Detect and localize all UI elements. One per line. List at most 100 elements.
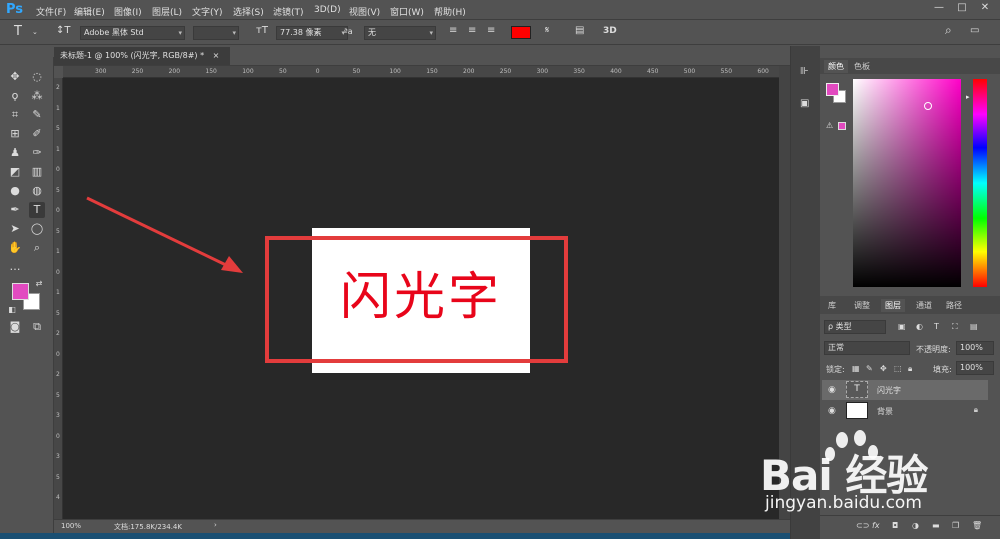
align-right-icon[interactable]: ≡ [487,25,495,36]
trash-icon[interactable]: 🗑︎ [972,521,982,530]
blur-tool-icon[interactable]: ● [7,183,23,199]
workspace-icon[interactable]: ▭ [970,25,979,36]
tab-color[interactable]: 颜色 [824,60,848,73]
foreground-color-front[interactable] [12,283,29,300]
filter-type-icon[interactable]: T [934,322,939,331]
history-panel-icon[interactable]: ⊪ [800,66,809,77]
quick-mask-icon[interactable]: ◙ [7,319,23,335]
menu-edit[interactable]: 编辑(E) [74,5,105,18]
hand-tool-icon[interactable]: ✋ [7,240,23,256]
pen-tool-icon[interactable]: ✒ [7,202,23,218]
3d-button[interactable]: 3D [603,26,617,36]
ellipse-tool-icon[interactable]: ◯ [29,221,45,237]
fx-icon[interactable]: fx [872,521,880,530]
brush-tool-icon[interactable]: ✐ [29,126,45,142]
visibility-eye-icon[interactable]: ◉ [828,406,836,416]
tab-adjustments[interactable]: 调整 [850,299,874,312]
more-tools-icon[interactable]: … [7,259,23,275]
visibility-eye-icon[interactable]: ◉ [828,385,836,395]
menu-file[interactable]: 文件(F) [36,5,66,18]
zoom-tool-icon[interactable]: ⌕ [29,240,45,256]
menu-filter[interactable]: 滤镜(T) [273,5,304,18]
font-style-select[interactable]: ▾ [193,26,239,40]
default-colors-icon[interactable]: ◧ [4,302,20,318]
eraser-icon[interactable]: ◩ [7,164,23,180]
layer-row-background[interactable]: ◉ 背景 🔒︎ [822,401,988,421]
hue-slider[interactable] [973,79,987,287]
folder-icon[interactable]: ▬ [932,521,940,530]
filter-shape-icon[interactable]: ⛶ [952,322,958,332]
clone-stamp-icon[interactable]: ♟ [7,145,23,161]
adjustment-icon[interactable]: ◑ [912,521,919,530]
layer-row-text[interactable]: ◉ T 闪光字 [822,380,988,400]
swap-colors-icon[interactable]: ⇄ [31,276,47,292]
eyedropper-icon[interactable]: ✎ [29,107,45,123]
filter-smart-icon[interactable]: ▤ [970,322,978,331]
character-panel-icon[interactable]: ▤ [575,25,584,36]
filter-adjust-icon[interactable]: ◐ [916,322,923,331]
zoom-level[interactable]: 100% [61,522,81,530]
tab-libraries[interactable]: 库 [824,299,840,312]
healing-brush-icon[interactable]: ⊞ [7,126,23,142]
hue-slider-arrow-icon[interactable]: ▸ [966,93,970,101]
anti-alias-select[interactable]: 无 ▾ [364,26,436,40]
menu-view[interactable]: 视图(V) [349,5,380,18]
blend-mode-select[interactable]: 正常 [824,341,910,355]
path-selection-icon[interactable]: ➤ [7,221,23,237]
layer-filter-select[interactable]: ρ 类型 [824,320,886,334]
properties-panel-icon[interactable]: ▣ [800,98,809,109]
menu-image[interactable]: 图像(I) [114,5,142,18]
close-button[interactable]: ✕ [976,2,994,16]
opacity-field[interactable]: 100% [956,341,994,355]
menu-layer[interactable]: 图层(L) [152,5,182,18]
new-layer-icon[interactable]: ❐ [952,521,959,530]
color-picker-marker[interactable] [924,102,932,110]
tab-layers[interactable]: 图层 [881,299,905,312]
maximize-button[interactable]: □ [953,2,971,16]
close-tab-icon[interactable]: × [213,51,220,60]
dodge-tool-icon[interactable]: ◍ [29,183,45,199]
warp-text-icon[interactable]: 𝄋 [545,25,549,36]
lock-position-icon[interactable]: ✥ [880,364,887,373]
screen-mode-icon[interactable]: ⧉ [29,319,45,335]
align-left-icon[interactable]: ≡ [449,25,457,36]
menu-window[interactable]: 窗口(W) [390,5,424,18]
text-color-swatch[interactable] [511,26,531,39]
tab-paths[interactable]: 路径 [942,299,966,312]
font-size-select[interactable]: 77.38 像素 ▾ [276,26,348,40]
tool-preset-chevron-icon[interactable]: ⌄ [32,28,38,36]
mask-icon[interactable]: ◘ [892,521,898,530]
orientation-toggle-icon[interactable]: ↕T [56,25,71,36]
magic-wand-icon[interactable]: ⁂ [29,88,45,104]
align-center-icon[interactable]: ≡ [468,25,476,36]
menu-3d[interactable]: 3D(D) [314,5,341,15]
menu-help[interactable]: 帮助(H) [434,5,466,18]
menu-select[interactable]: 选择(S) [233,5,264,18]
tab-channels[interactable]: 通道 [912,299,936,312]
lock-transparent-icon[interactable]: ▦ [852,364,860,373]
type-tool-icon[interactable]: T [29,202,45,218]
minimize-button[interactable]: — [930,2,948,16]
color-picker-field[interactable] [853,79,961,287]
link-icon[interactable]: ⊂⊃ [856,521,869,530]
move-tool-icon[interactable]: ✥ [7,69,23,85]
document-tab[interactable]: 未标题-1 @ 100% (闪光字, RGB/8#) * × [54,47,230,65]
status-menu-arrow-icon[interactable]: › [214,521,217,529]
menu-type[interactable]: 文字(Y) [192,5,223,18]
lock-all-icon[interactable]: 🔒︎ [908,364,912,374]
gamut-warning-icon[interactable]: ⚠ [826,121,833,130]
font-family-select[interactable]: Adobe 黑体 Std ▾ [80,26,185,40]
color-panel-fg-swatch[interactable] [826,83,839,96]
type-tool-icon[interactable]: T [14,24,22,39]
lock-pixels-icon[interactable]: ✎ [866,364,873,373]
fill-field[interactable]: 100% [956,361,994,375]
gamut-swatch[interactable] [838,122,846,130]
history-brush-icon[interactable]: ✑ [29,145,45,161]
crop-tool-icon[interactable]: ⌗ [7,107,23,123]
lasso-tool-icon[interactable]: ϙ [7,88,23,104]
lock-artboard-icon[interactable]: ⬚ [894,364,902,373]
tab-swatches[interactable]: 色板 [850,60,874,73]
filter-image-icon[interactable]: ▣ [898,322,906,331]
marquee-tool-icon[interactable]: ◌ [29,69,45,85]
gradient-icon[interactable]: ▥ [29,164,45,180]
